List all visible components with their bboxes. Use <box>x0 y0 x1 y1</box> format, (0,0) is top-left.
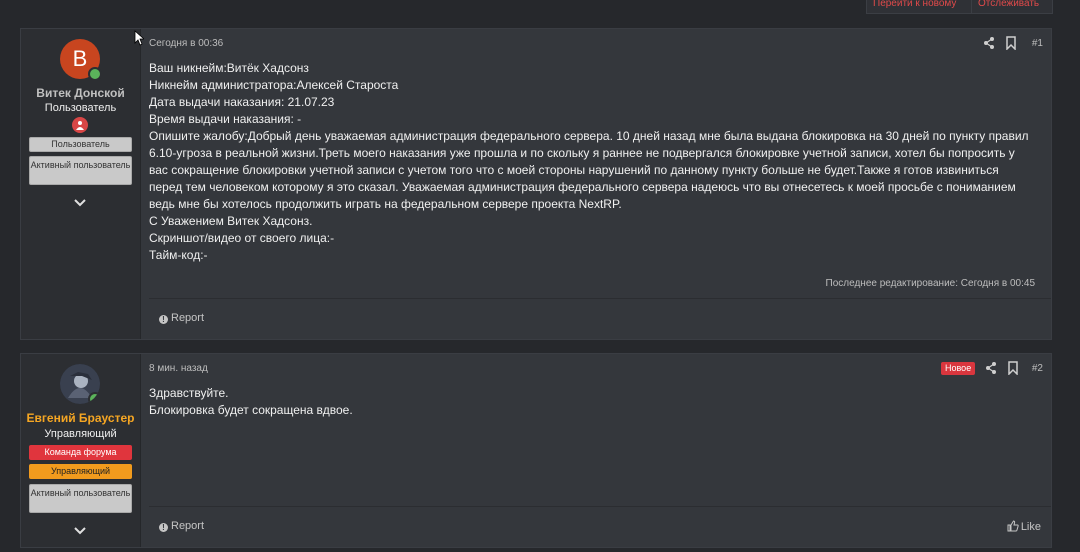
watch-button[interactable]: Отслеживать <box>971 0 1053 14</box>
user-badge-icon <box>72 117 88 133</box>
last-edited-note: Последнее редактирование: Сегодня в 00:4… <box>825 278 1035 289</box>
thread-toolbar: Перейти к новому Отслеживать <box>0 0 1080 14</box>
username[interactable]: Витек Донской <box>21 86 140 100</box>
post-line: С Уважением Витек Хадсонз. <box>149 214 313 228</box>
report-icon: ! <box>159 523 168 532</box>
post-number[interactable]: #1 <box>1032 38 1043 49</box>
online-status-icon <box>88 392 100 404</box>
post-footer: ! Report Like <box>149 506 1051 547</box>
bookmark-icon[interactable] <box>1007 361 1019 375</box>
post-actions: #1 <box>983 36 1043 50</box>
post-line: перед тем человеком которому я это сказа… <box>149 180 1016 194</box>
user-title: Пользователь <box>44 102 117 114</box>
banner-active-user: Активный пользователь <box>29 484 132 513</box>
report-label: Report <box>171 312 205 324</box>
post-2-content: 8 мин. назад Новое #2 Здравствуйте. Блок… <box>149 354 1051 547</box>
post-2: Евгений Браустер Управляющий Команда фор… <box>20 353 1052 548</box>
cursor-icon <box>134 30 144 46</box>
post-body: Здравствуйте. Блокировка будет сокращена… <box>149 385 353 419</box>
post-time[interactable]: 8 мин. назад <box>149 363 208 374</box>
post-line: Время выдачи наказания: - <box>149 112 302 126</box>
user-title: Управляющий <box>44 428 117 440</box>
post-line: Опишите жалобу:Добрый день уважаемая адм… <box>149 129 1029 143</box>
like-icon <box>1007 520 1019 532</box>
bookmark-icon[interactable] <box>1005 36 1017 50</box>
post-line: Ваш никнейм:Витёк Хадсонз <box>149 61 309 75</box>
banner-manager: Управляющий <box>29 464 132 479</box>
post-line: Дата выдачи наказания: 21.07.23 <box>149 95 335 109</box>
post-time[interactable]: Сегодня в 00:36 <box>149 38 223 49</box>
report-link[interactable]: ! Report <box>159 312 204 324</box>
banner-active-user: Активный пользователь <box>29 156 132 185</box>
post-line: ведь мне бы хотелось продолжить играть н… <box>149 197 622 211</box>
post-line: Скриншот/видео от своего лица:- <box>149 231 335 245</box>
post-2-user-sidebar: Евгений Браустер Управляющий Команда фор… <box>21 354 141 547</box>
post-line: Никнейм администратора:Алексей Староста <box>149 78 399 92</box>
like-label: Like <box>1020 521 1041 533</box>
report-label: Report <box>171 520 205 532</box>
post-1-content: Сегодня в 00:36 #1 Ваш никнейм:Витёк Хад… <box>149 29 1051 339</box>
banner-forum-team: Команда форума <box>29 445 132 460</box>
post-1-user-sidebar: В Витек Донской Пользователь Пользовател… <box>21 29 141 339</box>
post-1: В Витек Донской Пользователь Пользовател… <box>20 28 1052 340</box>
post-line: Тайм-код:- <box>149 248 208 262</box>
report-link[interactable]: ! Report <box>159 520 204 532</box>
chevron-down-icon[interactable] <box>73 195 87 209</box>
post-actions: Новое #2 <box>941 361 1043 375</box>
post-number[interactable]: #2 <box>1032 363 1043 374</box>
avatar[interactable]: В <box>60 39 102 81</box>
avatar[interactable] <box>60 364 100 404</box>
new-badge: Новое <box>941 362 976 375</box>
chevron-down-icon[interactable] <box>73 523 87 537</box>
post-line: вас сокращение блокировки учетной записи… <box>149 163 999 177</box>
post-line: Здравствуйте. <box>149 386 229 400</box>
banner-user: Пользователь <box>29 137 132 152</box>
post-footer: ! Report <box>149 298 1051 339</box>
avatar-letter: В <box>72 46 88 71</box>
share-icon[interactable] <box>985 361 997 375</box>
online-status-icon <box>88 67 102 81</box>
like-button[interactable]: Like <box>1007 520 1041 533</box>
goto-new-button[interactable]: Перейти к новому <box>866 0 972 14</box>
report-icon: ! <box>159 315 168 324</box>
username[interactable]: Евгений Браустер <box>21 411 140 425</box>
post-body: Ваш никнейм:Витёк Хадсонз Никнейм админи… <box>149 60 1029 264</box>
share-icon[interactable] <box>983 36 995 50</box>
post-line: Блокировка будет сокращена вдвое. <box>149 403 353 417</box>
post-line: 6.10-угроза в реальной жизни.Треть моего… <box>149 146 1015 160</box>
